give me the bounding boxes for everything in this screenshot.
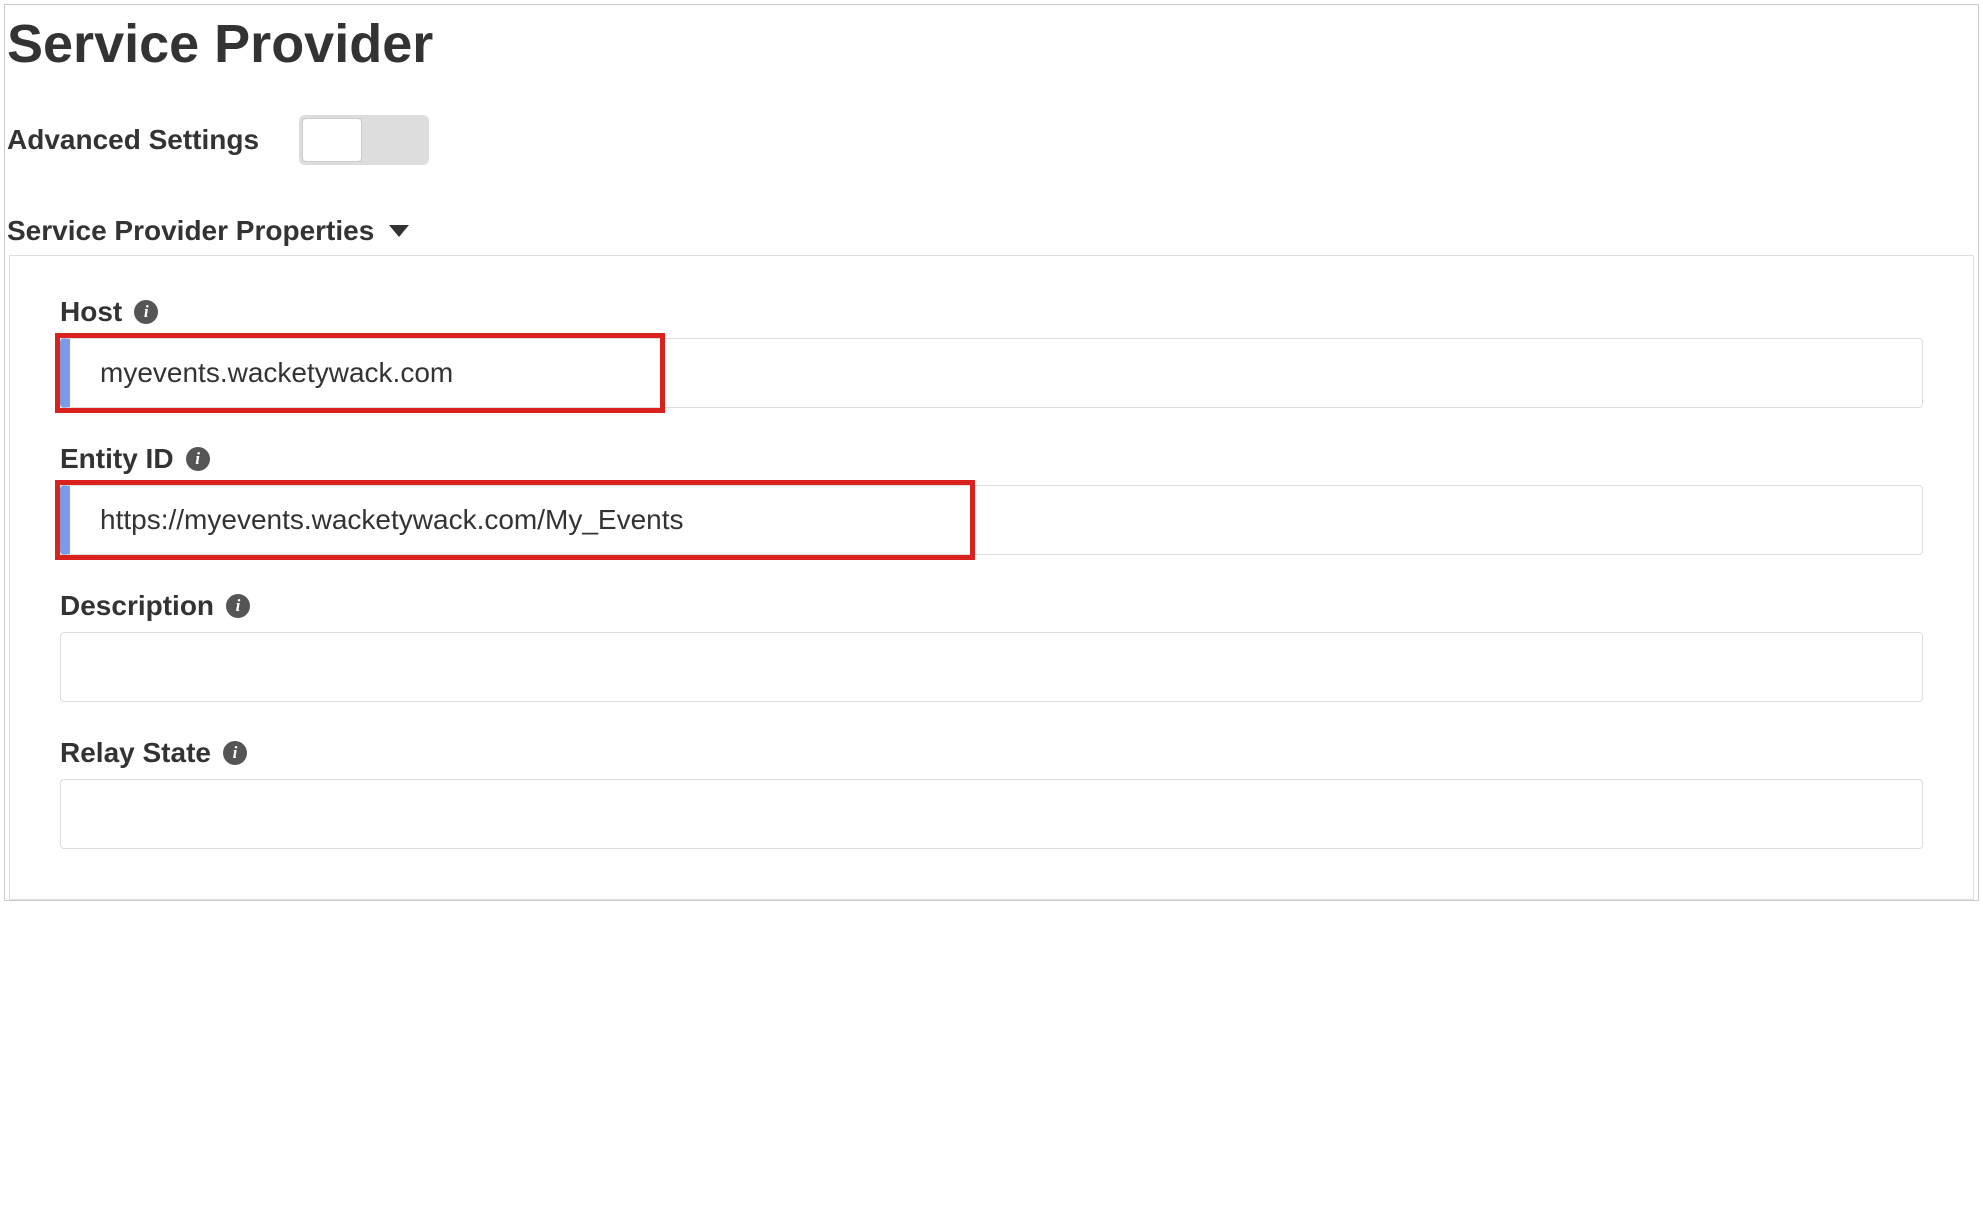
host-label: Host — [60, 296, 122, 328]
advanced-settings-toggle[interactable] — [299, 115, 429, 165]
entity-id-label: Entity ID — [60, 443, 174, 475]
relay-state-input[interactable] — [60, 779, 1923, 849]
relay-state-label: Relay State — [60, 737, 211, 769]
section-title: Service Provider Properties — [7, 215, 374, 247]
field-group-description: Description i — [60, 590, 1923, 702]
properties-box: Host i Entity ID i Description i — [9, 255, 1974, 900]
section-header-properties[interactable]: Service Provider Properties — [5, 215, 1978, 247]
entity-id-input[interactable] — [60, 485, 1923, 555]
toggle-knob — [302, 118, 362, 162]
info-icon[interactable]: i — [223, 741, 247, 765]
advanced-settings-row: Advanced Settings — [5, 115, 1978, 165]
info-icon[interactable]: i — [186, 447, 210, 471]
info-icon[interactable]: i — [134, 300, 158, 324]
description-input[interactable] — [60, 632, 1923, 702]
info-icon[interactable]: i — [226, 594, 250, 618]
field-group-host: Host i — [60, 296, 1923, 408]
service-provider-panel: Service Provider Advanced Settings Servi… — [4, 4, 1979, 901]
field-group-relay-state: Relay State i — [60, 737, 1923, 849]
advanced-settings-label: Advanced Settings — [7, 124, 259, 156]
host-input[interactable] — [60, 338, 1923, 408]
field-group-entity-id: Entity ID i — [60, 443, 1923, 555]
caret-down-icon — [389, 225, 409, 237]
page-title: Service Provider — [5, 13, 1978, 75]
description-label: Description — [60, 590, 214, 622]
